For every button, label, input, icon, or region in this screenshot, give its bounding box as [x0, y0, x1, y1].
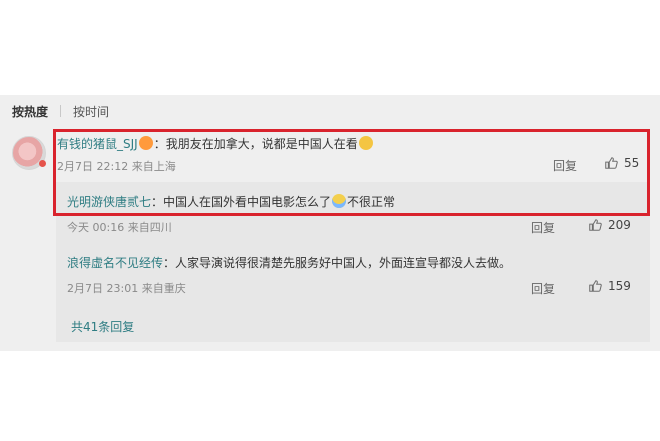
- reply-item: 浪得虚名不见经传：人家导演说得很清楚先服务好中国人，外面连宣导都没人去做。: [67, 254, 511, 271]
- reply-meta: 今天 00:16 来自四川: [67, 221, 172, 234]
- avatar[interactable]: [12, 136, 46, 170]
- reply-like-count: 209: [608, 218, 631, 232]
- sort-bar: 按热度 按时间: [12, 103, 109, 119]
- reply-like-button[interactable]: 159: [588, 279, 631, 293]
- thumbs-up-icon: [588, 218, 602, 232]
- reply-button[interactable]: 回复: [531, 280, 555, 297]
- reply-username[interactable]: 浪得虚名不见经传: [67, 256, 163, 270]
- reply-meta: 2月7日 23:01 来自重庆: [67, 282, 186, 295]
- reply-button[interactable]: 回复: [531, 219, 555, 236]
- reply-text: ：人家导演说得很清楚先服务好中国人，外面连宣导都没人去做。: [163, 256, 512, 270]
- reply-label: 回复: [531, 221, 556, 235]
- more-replies-link[interactable]: 共41条回复: [71, 318, 134, 335]
- sort-by-time-tab[interactable]: 按时间: [73, 103, 109, 120]
- reply-like-button[interactable]: 209: [588, 218, 631, 232]
- sort-by-hot-tab[interactable]: 按热度: [12, 103, 48, 120]
- avatar-badge: [39, 160, 46, 167]
- thumbs-up-icon: [588, 279, 602, 293]
- reply-like-count: 159: [608, 279, 631, 293]
- highlight-annotation: [53, 129, 650, 216]
- reply-label: 回复: [531, 282, 556, 296]
- sort-divider: [60, 105, 62, 117]
